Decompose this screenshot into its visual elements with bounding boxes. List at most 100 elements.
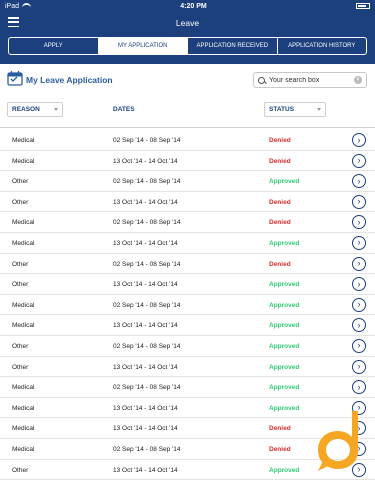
tab-application-received[interactable]: APPLICATION RECEIVED <box>188 38 278 54</box>
row-reason: Other <box>12 466 29 474</box>
row-dates: 02 Sep '14 - 08 Sep '14 <box>113 137 181 144</box>
search-icon <box>258 76 265 84</box>
row-reason: Medical <box>12 157 35 165</box>
table-row[interactable]: Other 02 Sep '14 - 08 Sep '14 Denied › <box>0 254 375 275</box>
chevron-right-icon[interactable]: › <box>352 133 366 147</box>
row-reason: Medical <box>12 445 35 453</box>
table-row[interactable]: Other 13 Oct '14 - 14 Oct '14 Approved › <box>0 357 375 378</box>
table-row[interactable]: Medical 02 Sep '14 - 08 Sep '14 Approved › <box>0 295 375 316</box>
row-dates: 02 Sep '14 - 08 Sep '14 <box>113 445 181 453</box>
row-status: Denied <box>269 157 291 165</box>
row-dates: 02 Sep '14 - 08 Sep '14 <box>113 342 181 350</box>
row-status: Approved <box>269 239 300 247</box>
menu-icon[interactable] <box>8 17 19 27</box>
chevron-right-icon[interactable]: › <box>352 338 366 353</box>
chevron-down-icon <box>317 108 321 111</box>
brand-logo-icon <box>318 411 358 471</box>
row-dates: 02 Sep '14 - 08 Sep '14 <box>113 384 181 392</box>
row-status: Denied <box>269 198 291 206</box>
row-reason: Other <box>12 198 29 206</box>
chevron-right-icon[interactable]: › <box>352 380 366 395</box>
search-input[interactable] <box>269 76 354 84</box>
chevron-right-icon[interactable]: › <box>352 174 366 189</box>
reason-filter-dropdown[interactable]: REASON <box>7 102 63 117</box>
row-dates: 02 Sep '14 - 08 Sep '14 <box>113 178 181 186</box>
row-status: Approved <box>269 363 300 371</box>
row-status: Approved <box>269 342 300 350</box>
chevron-right-icon[interactable]: › <box>352 215 366 230</box>
row-status: Approved <box>269 178 300 186</box>
row-reason: Other <box>12 178 29 186</box>
chevron-right-icon[interactable]: › <box>352 194 366 209</box>
row-dates: 13 Oct '14 - 14 Oct '14 <box>113 198 178 206</box>
row-reason: Medical <box>12 404 35 412</box>
battery-icon <box>355 3 370 9</box>
tab-my-application[interactable]: MY APPLICATION <box>98 38 188 54</box>
row-reason: Other <box>12 281 29 289</box>
table-row[interactable]: Medical 13 Oct '14 - 14 Oct '14 Denied › <box>0 151 375 172</box>
row-dates: 02 Sep '14 - 08 Sep '14 <box>113 301 181 309</box>
row-status: Denied <box>269 260 291 268</box>
row-reason: Other <box>12 342 29 350</box>
clock: 4:20 PM <box>180 2 207 10</box>
row-status: Denied <box>269 219 291 227</box>
row-status: Approved <box>269 301 300 309</box>
carrier-label: iPad <box>5 2 20 10</box>
tab-apply[interactable]: APPLY <box>9 38 99 54</box>
table-row[interactable]: Medical 02 Sep '14 - 08 Sep '14 Approved › <box>0 377 375 398</box>
table-row[interactable]: Medical 13 Oct '14 - 14 Oct '14 Approved › <box>0 233 375 254</box>
table-row[interactable]: Medical 02 Sep '14 - 08 Sep '14 Denied › <box>0 212 375 233</box>
clear-icon[interactable]: × <box>354 76 362 84</box>
row-reason: Medical <box>12 301 35 309</box>
table-row[interactable]: Medical 02 Sep '14 - 08 Sep '14 Denied › <box>0 130 375 151</box>
row-reason: Medical <box>12 239 35 247</box>
status-filter-dropdown[interactable]: STATUS <box>264 102 326 117</box>
leave-calendar-icon <box>7 71 23 86</box>
search-box[interactable]: × <box>253 72 367 88</box>
table-row[interactable]: Other 02 Sep '14 - 08 Sep '14 Approved › <box>0 171 375 192</box>
row-reason: Medical <box>12 137 35 144</box>
row-dates: 13 Oct '14 - 14 Oct '14 <box>113 157 178 165</box>
row-status: Approved <box>269 322 300 330</box>
row-status: Approved <box>269 404 300 412</box>
status-header-label: STATUS <box>269 106 295 113</box>
row-dates: 13 Oct '14 - 14 Oct '14 <box>113 281 178 289</box>
dates-header-label: DATES <box>113 106 135 113</box>
table-row[interactable]: Other 02 Sep '14 - 08 Sep '14 Approved › <box>0 336 375 357</box>
chevron-right-icon[interactable]: › <box>352 235 366 250</box>
page-title: My Leave Application <box>26 75 113 85</box>
row-reason: Other <box>12 260 29 268</box>
row-dates: 13 Oct '14 - 14 Oct '14 <box>113 363 178 371</box>
row-status: Denied <box>269 445 291 453</box>
row-dates: 02 Sep '14 - 08 Sep '14 <box>113 260 181 268</box>
chevron-right-icon[interactable]: › <box>352 318 366 333</box>
tab-application-history[interactable]: APPLICATION HISTORY <box>278 38 367 54</box>
header-divider <box>0 127 375 128</box>
row-status: Approved <box>269 466 300 474</box>
row-reason: Medical <box>12 219 35 227</box>
title-bar: Leave <box>0 12 375 34</box>
chevron-right-icon[interactable]: › <box>352 297 366 312</box>
table-row[interactable]: Medical 13 Oct '14 - 14 Oct '14 Approved › <box>0 315 375 336</box>
chevron-right-icon[interactable]: › <box>352 359 366 374</box>
table-row[interactable]: Other 13 Oct '14 - 14 Oct '14 Approved › <box>0 274 375 295</box>
row-reason: Medical <box>12 425 35 433</box>
row-dates: 13 Oct '14 - 14 Oct '14 <box>113 239 178 247</box>
row-status: Denied <box>269 425 291 433</box>
row-status: Denied <box>269 137 291 144</box>
row-reason: Medical <box>12 384 35 392</box>
row-status: Approved <box>269 384 300 392</box>
page-header-title: Leave <box>175 18 200 28</box>
chevron-right-icon[interactable]: › <box>352 277 366 292</box>
tab-bar: APPLY MY APPLICATION APPLICATION RECEIVE… <box>8 37 367 55</box>
column-headers: REASON DATES STATUS <box>0 100 375 128</box>
chevron-right-icon[interactable]: › <box>352 256 366 271</box>
row-dates: 13 Oct '14 - 14 Oct '14 <box>113 322 178 330</box>
wifi-icon <box>22 3 32 9</box>
row-dates: 13 Oct '14 - 14 Oct '14 <box>113 466 178 474</box>
row-dates: 02 Sep '14 - 08 Sep '14 <box>113 219 181 227</box>
chevron-down-icon <box>54 108 58 111</box>
table-row[interactable]: Other 13 Oct '14 - 14 Oct '14 Denied › <box>0 192 375 213</box>
row-reason: Medical <box>12 322 35 330</box>
chevron-right-icon[interactable]: › <box>352 153 366 168</box>
